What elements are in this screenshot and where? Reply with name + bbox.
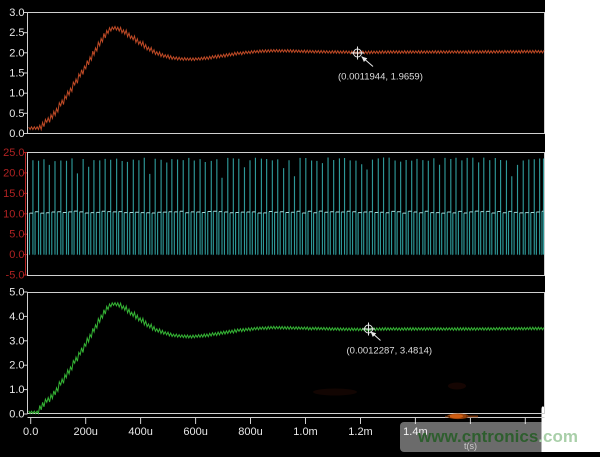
svg-text:200u: 200u (73, 426, 97, 438)
svg-text:5.0: 5.0 (9, 229, 24, 241)
svg-text:5.0: 5.0 (9, 287, 24, 299)
svg-text:0.5: 0.5 (9, 108, 24, 120)
svg-text:2.0: 2.0 (9, 360, 24, 372)
svg-text:1.0m: 1.0m (293, 426, 317, 438)
svg-text:www.cntronics.com: www.cntronics.com (417, 427, 578, 446)
svg-text:2.0: 2.0 (9, 47, 24, 59)
svg-text:800u: 800u (238, 426, 262, 438)
svg-text:3.0: 3.0 (9, 335, 24, 347)
svg-text:600u: 600u (183, 426, 207, 438)
svg-text:4.0: 4.0 (9, 311, 24, 323)
svg-text:0.0: 0.0 (23, 426, 38, 438)
svg-text:1.0: 1.0 (9, 88, 24, 100)
svg-text:3.0: 3.0 (9, 7, 24, 19)
svg-text:400u: 400u (128, 426, 152, 438)
svg-text:2.5: 2.5 (9, 27, 24, 39)
svg-text:25.0: 25.0 (3, 147, 24, 159)
svg-text:(0.0012287, 3.4814): (0.0012287, 3.4814) (347, 346, 433, 357)
svg-text:0.0: 0.0 (9, 409, 24, 421)
svg-text:1.0: 1.0 (9, 384, 24, 396)
svg-text:0.0: 0.0 (9, 128, 24, 140)
svg-text:-5.0: -5.0 (6, 270, 25, 282)
svg-text:0.0: 0.0 (9, 249, 24, 261)
svg-text:20.0: 20.0 (3, 167, 24, 179)
svg-text:1.2m: 1.2m (348, 426, 372, 438)
svg-text:(0.0011944, 1.9659): (0.0011944, 1.9659) (338, 72, 423, 83)
svg-text:1.5: 1.5 (9, 68, 24, 80)
svg-text:10.0: 10.0 (3, 208, 24, 220)
svg-text:t(s): t(s) (464, 441, 477, 451)
svg-text:15.0: 15.0 (3, 188, 24, 200)
